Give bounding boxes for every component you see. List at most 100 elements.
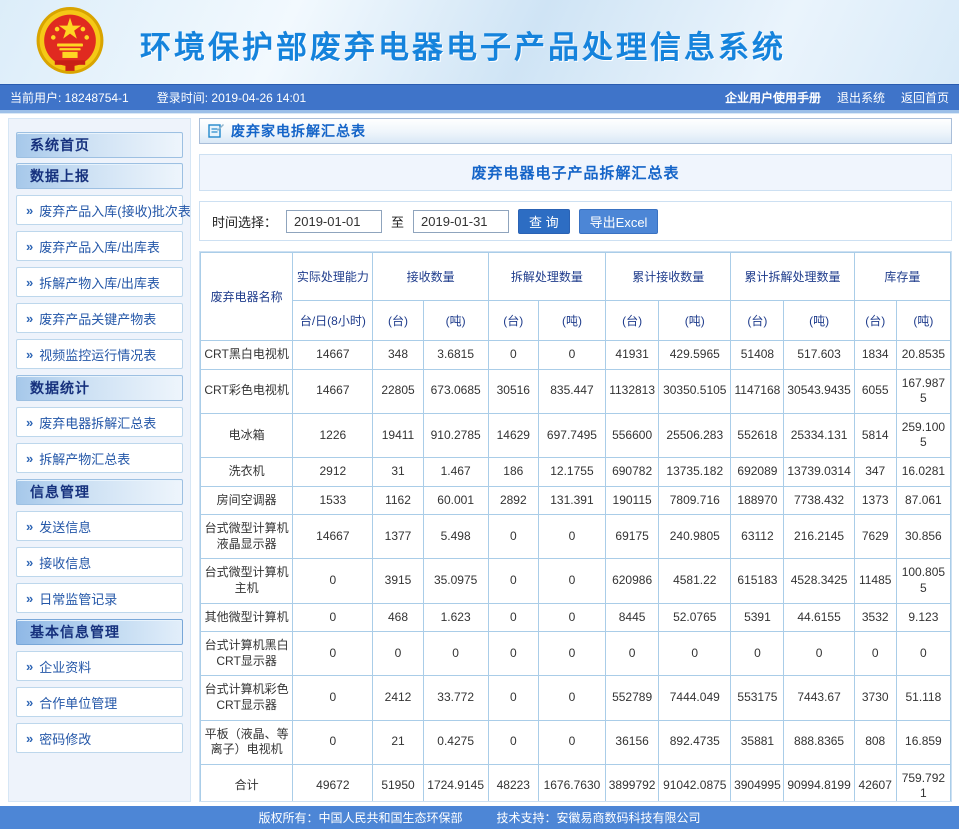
date-to-input[interactable] (413, 210, 509, 233)
value-cell: 2892 (488, 486, 538, 515)
main-panel: 废弃家电拆解汇总表 废弃电器电子产品拆解汇总表 时间选择： 至 查 询 导出Ex… (199, 118, 952, 802)
value-cell: 60.001 (423, 486, 488, 515)
col-header-name: 废弃电器名称 (201, 253, 293, 341)
value-cell: 14667 (293, 369, 373, 413)
value-cell: 0 (538, 632, 605, 676)
sidebar-item[interactable]: »发送信息 (16, 511, 183, 541)
sidebar-section-header[interactable]: 数据统计 (16, 375, 183, 401)
value-cell: 3915 (373, 559, 423, 603)
value-cell: 759.7921 (896, 764, 950, 802)
value-cell: 1533 (293, 486, 373, 515)
col-header-total-received: 累计接收数量 (606, 253, 731, 301)
value-cell: 13735.182 (659, 457, 731, 486)
date-range-label: 时间选择： (212, 212, 277, 231)
sidebar-item-label: 接收信息 (39, 553, 91, 572)
value-cell: 0 (784, 632, 854, 676)
value-cell: 553175 (731, 676, 784, 720)
value-cell: 25334.131 (784, 413, 854, 457)
app-window: 环境保护部废弃电器电子产品处理信息系统 当前用户: 18248754-1 登录时… (0, 0, 959, 829)
home-link[interactable]: 返回首页 (901, 89, 949, 106)
sidebar-section-header[interactable]: 系统首页 (16, 132, 183, 158)
value-cell: 0 (731, 632, 784, 676)
export-excel-button[interactable]: 导出Excel (579, 209, 659, 234)
appliance-name-cell: 电冰箱 (201, 413, 293, 457)
user-manual-link[interactable]: 企业用户使用手册 (725, 89, 821, 106)
value-cell: 1373 (854, 486, 896, 515)
unit-dun: (吨) (423, 301, 488, 341)
value-cell: 552789 (606, 676, 659, 720)
value-cell: 131.391 (538, 486, 605, 515)
value-cell: 69175 (606, 515, 659, 559)
logout-link[interactable]: 退出系统 (837, 89, 885, 106)
value-cell: 30.856 (896, 515, 950, 559)
user-bar: 当前用户: 18248754-1 登录时间: 2019-04-26 14:01 … (0, 84, 959, 110)
value-cell: 3532 (854, 603, 896, 632)
sidebar-item[interactable]: »拆解产物汇总表 (16, 443, 183, 473)
sidebar-item[interactable]: »密码修改 (16, 723, 183, 753)
value-cell: 5814 (854, 413, 896, 457)
query-button[interactable]: 查 询 (518, 209, 570, 234)
sidebar-section-header[interactable]: 信息管理 (16, 479, 183, 505)
sidebar-item[interactable]: »日常监管记录 (16, 583, 183, 613)
sidebar-item-label: 密码修改 (39, 729, 91, 748)
sidebar-item[interactable]: »接收信息 (16, 547, 183, 577)
appliance-name-cell: CRT彩色电视机 (201, 369, 293, 413)
value-cell: 216.2145 (784, 515, 854, 559)
sidebar-item[interactable]: »废弃电器拆解汇总表 (16, 407, 183, 437)
sidebar-item[interactable]: »废弃产品入库(接收)批次表 (16, 195, 183, 225)
date-from-input[interactable] (286, 210, 382, 233)
value-cell: 0 (488, 603, 538, 632)
value-cell: 63112 (731, 515, 784, 559)
sidebar-section-header[interactable]: 数据上报 (16, 163, 183, 189)
value-cell: 2912 (293, 457, 373, 486)
value-cell: 0 (488, 559, 538, 603)
tech-support-text: 技术支持：安徽易商数码科技有限公司 (497, 809, 701, 826)
sidebar-item-label: 拆解产物汇总表 (39, 449, 130, 468)
col-header-received: 接收数量 (373, 253, 488, 301)
value-cell: 1676.7630 (538, 764, 605, 802)
value-cell: 240.9805 (659, 515, 731, 559)
value-cell: 3730 (854, 676, 896, 720)
top-banner: 环境保护部废弃电器电子产品处理信息系统 (0, 0, 959, 84)
value-cell: 7809.716 (659, 486, 731, 515)
table-row: CRT彩色电视机1466722805673.068530516835.44711… (201, 369, 951, 413)
appliance-name-cell: 台式微型计算机主机 (201, 559, 293, 603)
copyright-text: 版权所有：中国人民共和国生态环保部 (258, 809, 462, 826)
sidebar-item[interactable]: »废弃产品关键产物表 (16, 303, 183, 333)
value-cell: 673.0685 (423, 369, 488, 413)
sidebar-item[interactable]: »拆解产物入库/出库表 (16, 267, 183, 297)
value-cell: 1724.9145 (423, 764, 488, 802)
sidebar-item[interactable]: »企业资料 (16, 651, 183, 681)
value-cell: 0 (538, 341, 605, 370)
value-cell: 33.772 (423, 676, 488, 720)
table-row: 台式计算机彩色CRT显示器0241233.772005527897444.049… (201, 676, 951, 720)
sidebar-item-label: 废弃产品入库(接收)批次表 (39, 201, 191, 220)
value-cell: 0 (538, 559, 605, 603)
unit-dun: (吨) (896, 301, 950, 341)
value-cell: 188970 (731, 486, 784, 515)
value-cell: 910.2785 (423, 413, 488, 457)
sidebar-item[interactable]: »合作单位管理 (16, 687, 183, 717)
value-cell: 1834 (854, 341, 896, 370)
value-cell: 51950 (373, 764, 423, 802)
value-cell: 0 (896, 632, 950, 676)
sidebar-item[interactable]: »废弃产品入库/出库表 (16, 231, 183, 261)
value-cell: 0 (373, 632, 423, 676)
col-header-inventory: 库存量 (854, 253, 950, 301)
table-row: 房间空调器1533116260.0012892131.3911901157809… (201, 486, 951, 515)
value-cell: 48223 (488, 764, 538, 802)
sidebar-section-header[interactable]: 基本信息管理 (16, 619, 183, 645)
value-cell: 0 (488, 515, 538, 559)
sidebar-item-label: 拆解产物入库/出库表 (39, 273, 160, 292)
value-cell: 51.118 (896, 676, 950, 720)
sidebar-item[interactable]: »视频监控运行情况表 (16, 339, 183, 369)
value-cell: 25506.283 (659, 413, 731, 457)
value-cell: 615183 (731, 559, 784, 603)
value-cell: 835.447 (538, 369, 605, 413)
sidebar-menu: 系统首页数据上报 »废弃产品入库(接收)批次表 »废弃产品入库/出库表 »拆解产物入库… (8, 118, 191, 802)
value-cell: 5391 (731, 603, 784, 632)
value-cell: 4528.3425 (784, 559, 854, 603)
table-row: 其他微型计算机04681.62300844552.0765539144.6155… (201, 603, 951, 632)
filter-bar: 时间选择： 至 查 询 导出Excel (199, 201, 952, 241)
sidebar-item-label: 视频监控运行情况表 (39, 345, 156, 364)
